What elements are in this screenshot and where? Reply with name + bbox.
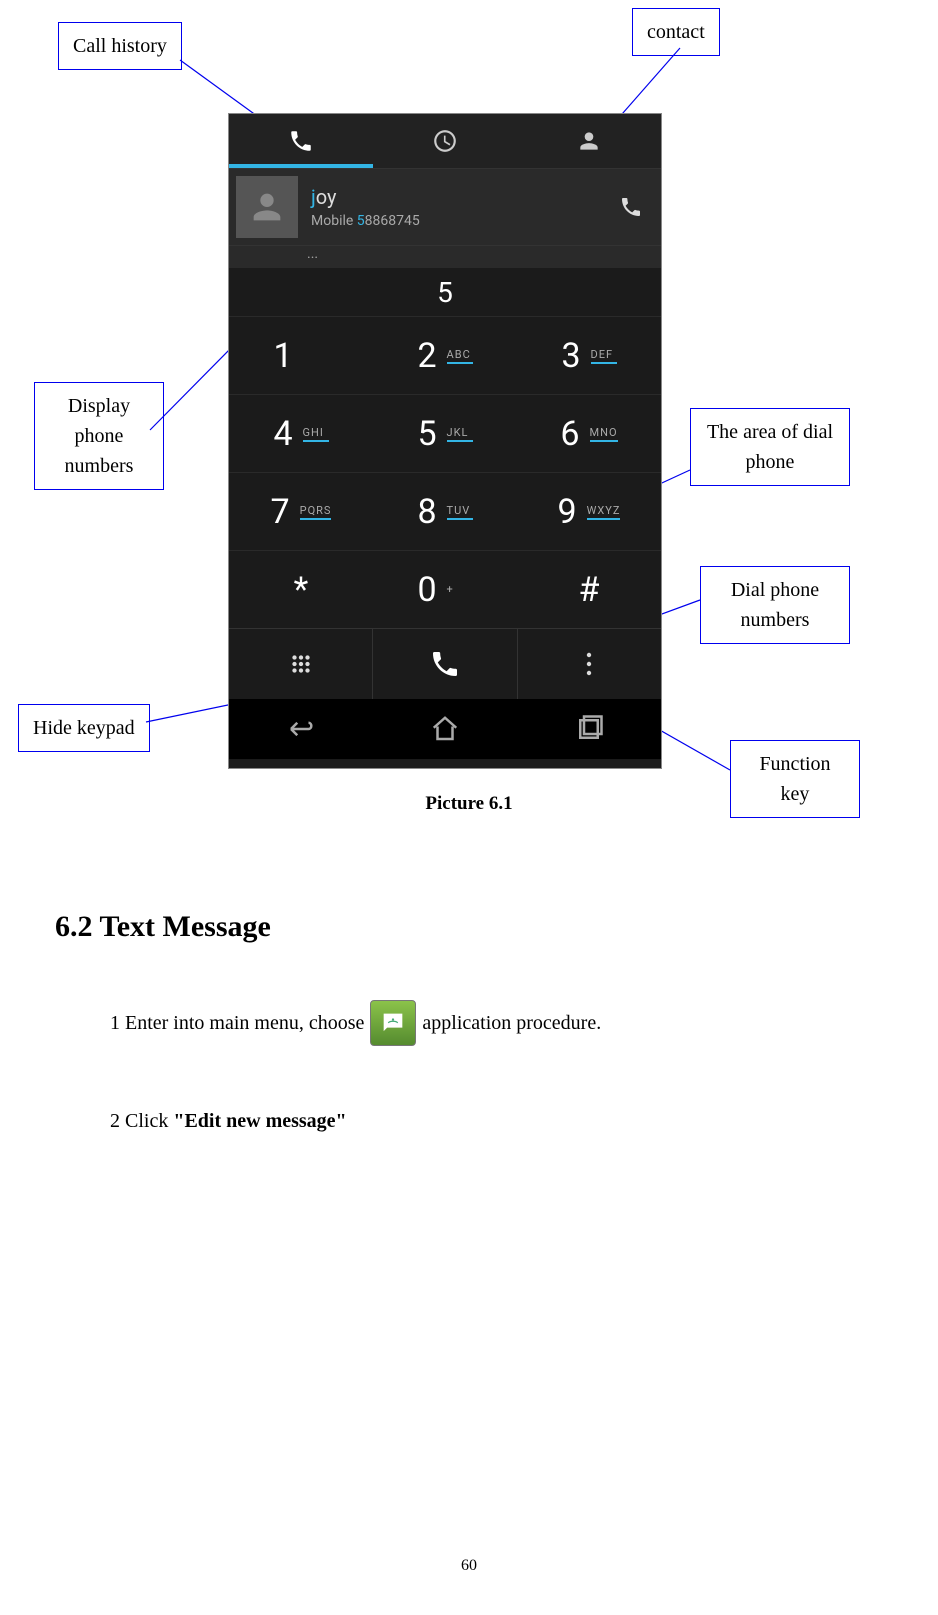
step-2-bold: "Edit new message" [173, 1110, 346, 1132]
key-9[interactable]: 9WXYZ [517, 472, 661, 550]
key-6[interactable]: 6MNO [517, 394, 661, 472]
key-4[interactable]: 4GHI [229, 394, 373, 472]
dialed-number-display: 5 [229, 268, 661, 316]
step-1-text-after: application procedure. [422, 1012, 601, 1035]
contact-phone: Mobile 58868745 [311, 213, 601, 229]
keypad: 1 2ABC 3DEF 4GHI 5JKL 6MNO 7PQRS 8TUV 9W… [229, 316, 661, 628]
key-7[interactable]: 7PQRS [229, 472, 373, 550]
key-hash[interactable]: # [517, 550, 661, 628]
callout-dial-phone-numbers: Dial phone numbers [700, 566, 850, 644]
key-8[interactable]: 8TUV [373, 472, 517, 550]
contact-phone-prefix: Mobile [311, 213, 357, 229]
section-heading: 6.2 Text Message [55, 910, 271, 944]
tab-dialer[interactable] [229, 114, 373, 168]
key-1[interactable]: 1 [229, 316, 373, 394]
callout-call-history: Call history [58, 22, 182, 70]
step-1: 1 Enter into main menu, choose applicati… [110, 1000, 601, 1046]
tab-recent[interactable] [373, 114, 517, 168]
clock-icon [432, 128, 458, 154]
page-number: 60 [0, 1557, 938, 1575]
contact-info: joy Mobile 58868745 [305, 185, 601, 229]
phone-icon [619, 195, 643, 219]
more-contacts-ellipsis: ... [229, 246, 661, 268]
phone-icon [288, 128, 314, 154]
hide-keypad-button[interactable] [229, 629, 373, 699]
dialer-action-bar [229, 628, 661, 699]
contact-avatar [236, 176, 298, 238]
overflow-menu-button[interactable] [518, 629, 661, 699]
step-2-text-before: 2 Click [110, 1110, 173, 1132]
key-5[interactable]: 5JKL [373, 394, 517, 472]
tab-contacts[interactable] [517, 114, 661, 168]
phone-icon [429, 648, 461, 680]
back-icon[interactable] [286, 714, 316, 744]
tab-bar [229, 114, 661, 169]
key-star[interactable]: * [229, 550, 373, 628]
contact-phone-match: 5 [357, 213, 365, 229]
step-1-text-before: 1 Enter into main menu, choose [110, 1012, 364, 1035]
step-2: 2 Click "Edit new message" [110, 1110, 347, 1133]
overflow-icon [586, 651, 592, 677]
callout-area-dial-phone: The area of dial phone [690, 408, 850, 486]
key-3[interactable]: 3DEF [517, 316, 661, 394]
contact-phone-rest: 8868745 [365, 213, 420, 229]
key-0[interactable]: 0+ [373, 550, 517, 628]
contact-name: joy [311, 185, 601, 209]
android-navbar [229, 699, 661, 759]
keypad-icon [288, 651, 314, 677]
home-icon[interactable] [430, 714, 460, 744]
callout-contact: contact [632, 8, 720, 56]
messaging-app-icon [370, 1000, 416, 1046]
contact-name-rest: oy [316, 185, 337, 209]
dial-button[interactable] [373, 629, 517, 699]
callout-display-phone-numbers: Display phone numbers [34, 382, 164, 490]
contact-call-button[interactable] [601, 195, 661, 219]
person-icon [576, 128, 602, 154]
figure-caption: Picture 6.1 [0, 793, 938, 815]
recents-icon[interactable] [574, 714, 604, 744]
phone-screenshot: joy Mobile 58868745 ... 5 1 2ABC 3DEF 4G… [228, 113, 662, 769]
matching-contact-row[interactable]: joy Mobile 58868745 [229, 169, 661, 246]
key-2[interactable]: 2ABC [373, 316, 517, 394]
callout-hide-keypad: Hide keypad [18, 704, 150, 752]
